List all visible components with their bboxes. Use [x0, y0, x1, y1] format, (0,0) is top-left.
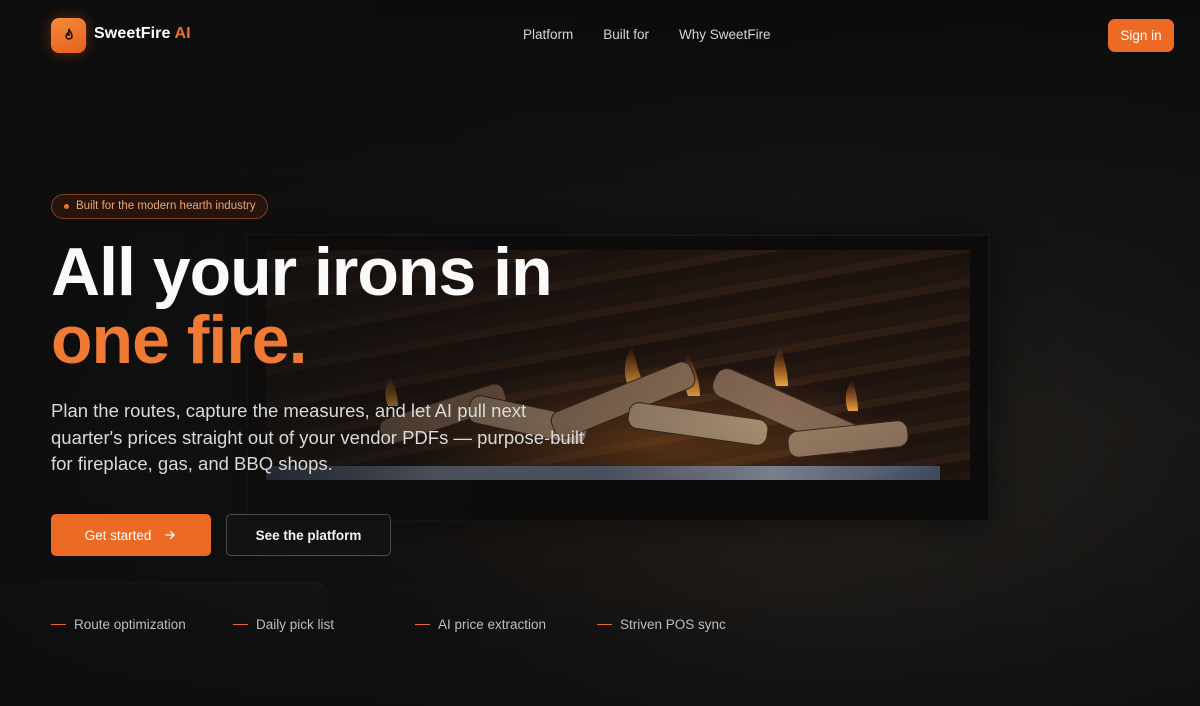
feature-list: Route optimization Daily pick list AI pr… [51, 617, 771, 635]
feature-label: AI price extraction [438, 617, 547, 632]
hero-subtitle: Plan the routes, capture the measures, a… [51, 400, 585, 474]
hero-headline: All your irons in one fire. [51, 238, 671, 374]
brand-name[interactable]: SweetFire AI [94, 25, 191, 43]
headline-line-1: All your irons in [51, 234, 553, 310]
nav-link-built-for[interactable]: Built for [603, 27, 649, 42]
arrow-right-icon [165, 530, 176, 540]
brand-name-text: SweetFire [94, 25, 171, 42]
feature-label: Daily pick list [256, 617, 335, 632]
see-platform-button[interactable]: See the platform [226, 514, 391, 556]
feature-item: Striven POS sync [597, 617, 726, 632]
dot-icon [64, 204, 69, 209]
hero-badge: Built for the modern hearth industry [51, 194, 268, 219]
hero-badge-text: Built for the modern hearth industry [76, 200, 256, 212]
dash-icon [51, 623, 66, 626]
sign-in-button[interactable]: Sign in [1108, 19, 1174, 52]
nav-link-platform[interactable]: Platform [523, 27, 573, 42]
feature-item: Daily pick list [233, 617, 334, 632]
get-started-label: Get started [84, 527, 152, 543]
dash-icon [415, 623, 430, 626]
dash-icon [597, 623, 612, 626]
nav-link-why-sweetfire[interactable]: Why SweetFire [679, 27, 771, 42]
feature-item: AI price extraction [415, 617, 546, 632]
top-navigation: SweetFire AI Platform Built for Why Swee… [0, 0, 1200, 70]
feature-item: Route optimization [51, 617, 186, 632]
feature-label: Route optimization [74, 617, 186, 632]
headline-line-2: one fire. [51, 302, 308, 378]
brand-accent-text: AI [174, 25, 191, 42]
flame-icon[interactable] [51, 18, 86, 53]
nav-links: Platform Built for Why SweetFire [523, 27, 801, 42]
dash-icon [233, 623, 248, 626]
get-started-button[interactable]: Get started [51, 514, 211, 556]
feature-label: Striven POS sync [620, 617, 726, 632]
